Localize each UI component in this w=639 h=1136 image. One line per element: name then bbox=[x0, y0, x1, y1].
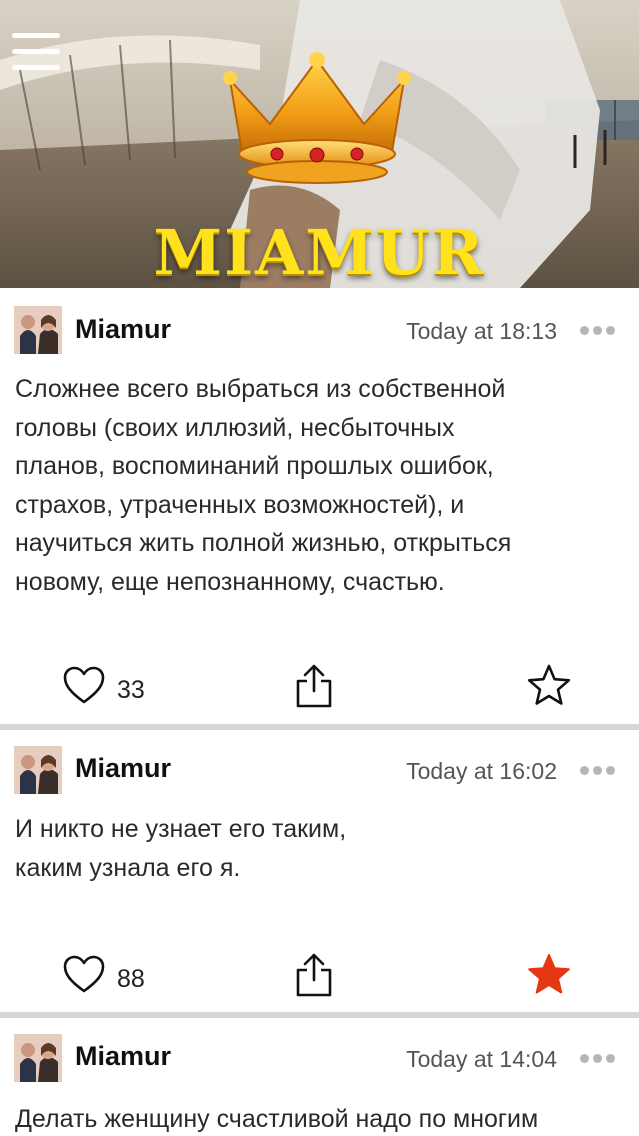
favorite-button[interactable] bbox=[526, 952, 572, 998]
hamburger-menu-line bbox=[12, 49, 60, 54]
author-name[interactable]: Miamur bbox=[75, 1041, 171, 1072]
post-card: Miamur Today at 14:04 Делать женщину сча… bbox=[0, 1018, 639, 1136]
like-count: 88 bbox=[117, 965, 145, 993]
more-options-icon[interactable] bbox=[580, 766, 616, 776]
favorite-button[interactable] bbox=[526, 663, 572, 709]
heart-icon bbox=[63, 955, 105, 993]
share-button[interactable] bbox=[294, 952, 334, 1002]
hamburger-menu-line bbox=[12, 65, 60, 70]
brand-title: MIAMUR bbox=[153, 216, 486, 288]
post-text: И никто не узнает его таким, каким узнал… bbox=[15, 815, 347, 882]
header-banner: MIAMUR bbox=[0, 0, 639, 288]
post-header: Miamur Today at 14:04 bbox=[0, 1018, 639, 1098]
more-options-icon[interactable] bbox=[580, 326, 616, 336]
post-text: Делать женщину счастливой надо по многим bbox=[15, 1105, 539, 1133]
post-card: Miamur Today at 16:02 И никто не узнает … bbox=[0, 730, 639, 1012]
like-button[interactable]: 33 bbox=[62, 663, 162, 717]
star-filled-icon bbox=[528, 954, 570, 994]
avatar-image bbox=[14, 746, 62, 794]
post-actions: 88 bbox=[0, 952, 639, 1012]
crown-icon bbox=[223, 52, 411, 184]
more-options-icon[interactable] bbox=[580, 1054, 616, 1064]
menu-button[interactable] bbox=[12, 33, 62, 71]
post-timestamp: Today at 16:02 bbox=[406, 758, 557, 784]
post-header: Miamur Today at 18:13 bbox=[0, 288, 639, 368]
post-header: Miamur Today at 16:02 bbox=[0, 730, 639, 810]
author-name[interactable]: Miamur bbox=[75, 753, 171, 784]
avatar[interactable] bbox=[14, 306, 62, 354]
post-timestamp: Today at 14:04 bbox=[406, 1046, 557, 1072]
like-button[interactable]: 88 bbox=[62, 952, 162, 1006]
like-count: 33 bbox=[117, 676, 145, 704]
avatar-image bbox=[14, 306, 62, 354]
post-actions: 33 bbox=[0, 663, 639, 723]
share-icon bbox=[296, 953, 332, 997]
avatar[interactable] bbox=[14, 746, 62, 794]
post-text: Сложнее всего выбраться из собственной г… bbox=[15, 375, 512, 596]
avatar[interactable] bbox=[14, 1034, 62, 1082]
author-name[interactable]: Miamur bbox=[75, 314, 171, 345]
share-button[interactable] bbox=[294, 663, 334, 713]
star-outline-icon bbox=[527, 664, 571, 705]
hamburger-menu-icon bbox=[12, 33, 60, 38]
post-timestamp: Today at 18:13 bbox=[406, 318, 557, 344]
heart-icon bbox=[63, 666, 105, 704]
avatar-image bbox=[14, 1034, 62, 1082]
share-icon bbox=[296, 664, 332, 708]
post-card: Miamur Today at 18:13 Сложнее всего выбр… bbox=[0, 288, 639, 724]
